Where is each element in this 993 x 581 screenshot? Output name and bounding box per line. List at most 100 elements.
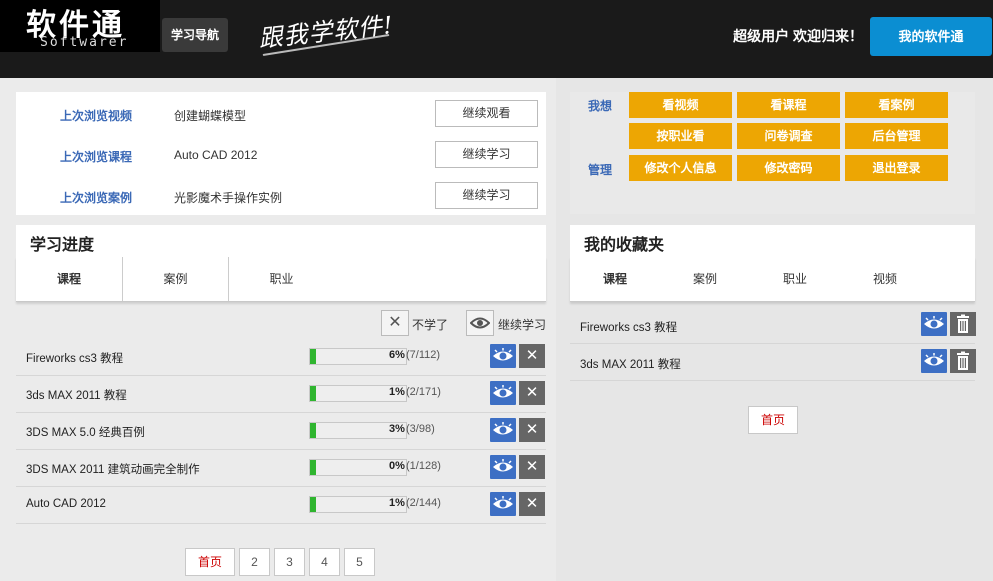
course-name[interactable]: 3ds MAX 2011 教程 bbox=[26, 387, 127, 403]
progress-tabs: 课程 案例 职业 bbox=[16, 257, 546, 302]
course-name[interactable]: 3DS MAX 2011 建筑动画完全制作 bbox=[26, 461, 200, 477]
course-name[interactable]: 3DS MAX 5.0 经典百例 bbox=[26, 424, 145, 440]
progress-row: Fireworks cs3 教程 6% (7/112) ✕ bbox=[16, 338, 546, 376]
continue-label: 继续学习 bbox=[498, 318, 547, 332]
close-icon: ✕ bbox=[525, 495, 539, 512]
watch-videos-button[interactable]: 看视频 bbox=[629, 92, 732, 118]
continue-button[interactable] bbox=[490, 418, 516, 442]
quit-button[interactable]: ✕ bbox=[519, 381, 545, 405]
study-nav-button[interactable]: 学习导航 bbox=[162, 18, 228, 52]
progress-header: 学习进度 bbox=[16, 225, 546, 257]
manage-label: 管理 bbox=[588, 163, 613, 177]
progress-percent: 1% bbox=[389, 386, 405, 398]
tab-video[interactable]: 视频 bbox=[840, 257, 930, 301]
watch-courses-button[interactable]: 看课程 bbox=[737, 92, 840, 118]
quit-label: 不学了 bbox=[412, 318, 449, 332]
progress-bar-fill bbox=[310, 386, 316, 401]
my-softwarer-button[interactable]: 我的软件通 bbox=[870, 17, 992, 56]
continue-button[interactable] bbox=[490, 492, 516, 516]
recent-value[interactable]: 光影魔术手操作实例 bbox=[174, 189, 282, 206]
welcome-text: 超级用户 欢迎归来！ bbox=[733, 28, 863, 44]
recent-browse-box: 上次浏览视频 创建蝴蝶模型 继续观看 上次浏览课程 Auto CAD 2012 … bbox=[16, 92, 546, 215]
recent-label: 上次浏览案例 bbox=[60, 191, 133, 205]
site-logo[interactable]: 软件通 Softwarer bbox=[0, 0, 160, 52]
progress-row: 3DS MAX 5.0 经典百例 3% (3/98) ✕ bbox=[16, 412, 546, 450]
course-name[interactable]: Fireworks cs3 教程 bbox=[26, 350, 123, 366]
recent-value[interactable]: Auto CAD 2012 bbox=[174, 148, 257, 162]
progress-row: Auto CAD 2012 1% (2/144) ✕ bbox=[16, 486, 546, 524]
recent-row-course: 上次浏览课程 Auto CAD 2012 继续学习 bbox=[16, 141, 546, 169]
tab-course[interactable]: 课程 bbox=[16, 257, 122, 301]
view-button[interactable] bbox=[921, 349, 947, 373]
favorites-header: 我的收藏夹 bbox=[570, 225, 975, 257]
favorite-name[interactable]: Fireworks cs3 教程 bbox=[580, 319, 677, 335]
quit-button[interactable]: ✕ bbox=[519, 344, 545, 368]
tab-career[interactable]: 职业 bbox=[750, 257, 840, 301]
continue-study-button[interactable]: 继续学习 bbox=[435, 141, 538, 168]
quit-button[interactable]: ✕ bbox=[519, 455, 545, 479]
progress-bar-fill bbox=[310, 497, 316, 512]
logout-button[interactable]: 退出登录 bbox=[845, 155, 948, 181]
change-password-button[interactable]: 修改密码 bbox=[737, 155, 840, 181]
delete-button[interactable] bbox=[950, 349, 976, 373]
pager-page[interactable]: 4 bbox=[309, 548, 340, 576]
progress-percent: 6% bbox=[389, 349, 405, 361]
survey-button[interactable]: 问卷调查 bbox=[737, 123, 840, 149]
continue-legend-button[interactable] bbox=[466, 310, 494, 336]
progress-bar-fill bbox=[310, 423, 316, 438]
tab-case[interactable]: 案例 bbox=[123, 257, 228, 301]
progress-count: (7/112) bbox=[406, 349, 441, 361]
tab-course[interactable]: 课程 bbox=[570, 257, 660, 301]
eye-icon bbox=[924, 353, 944, 366]
eye-icon bbox=[493, 348, 513, 361]
section-title: 我的收藏夹 bbox=[584, 237, 665, 254]
pager-page[interactable]: 2 bbox=[239, 548, 270, 576]
course-name[interactable]: Auto CAD 2012 bbox=[26, 498, 106, 510]
recent-value[interactable]: 创建蝴蝶模型 bbox=[174, 107, 246, 124]
favorite-row: Fireworks cs3 教程 bbox=[570, 307, 976, 344]
want-label: 我想 bbox=[588, 99, 613, 113]
by-career-button[interactable]: 按职业看 bbox=[629, 123, 732, 149]
progress-bar-fill bbox=[310, 460, 316, 475]
close-icon: ✕ bbox=[525, 458, 539, 475]
progress-bar-fill bbox=[310, 349, 316, 364]
watch-cases-button[interactable]: 看案例 bbox=[845, 92, 948, 118]
edit-profile-button[interactable]: 修改个人信息 bbox=[629, 155, 732, 181]
logo-text-en: Softwarer bbox=[40, 35, 129, 50]
favorites-tabs: 课程 案例 职业 视频 bbox=[570, 257, 975, 302]
view-button[interactable] bbox=[921, 312, 947, 336]
eye-icon bbox=[924, 316, 944, 329]
trash-icon bbox=[957, 351, 969, 370]
recent-label: 上次浏览课程 bbox=[60, 150, 133, 164]
eye-icon bbox=[469, 317, 491, 329]
progress-count: (3/98) bbox=[406, 423, 435, 435]
favorite-row: 3ds MAX 2011 教程 bbox=[570, 344, 976, 381]
section-title: 学习进度 bbox=[30, 237, 95, 254]
pager-page[interactable]: 5 bbox=[344, 548, 375, 576]
eye-icon bbox=[493, 459, 513, 472]
continue-button[interactable] bbox=[490, 344, 516, 368]
tab-career[interactable]: 职业 bbox=[229, 257, 334, 301]
close-icon: ✕ bbox=[388, 314, 402, 331]
close-icon: ✕ bbox=[525, 347, 539, 364]
continue-study-button[interactable]: 继续学习 bbox=[435, 182, 538, 209]
close-icon: ✕ bbox=[525, 421, 539, 438]
continue-watch-button[interactable]: 继续观看 bbox=[435, 100, 538, 127]
pager-first[interactable]: 首页 bbox=[185, 548, 235, 576]
progress-percent: 0% bbox=[389, 460, 405, 472]
continue-button[interactable] bbox=[490, 455, 516, 479]
recent-row-case: 上次浏览案例 光影魔术手操作实例 继续学习 bbox=[16, 182, 546, 210]
quit-legend-button[interactable]: ✕ bbox=[381, 310, 409, 336]
eye-icon bbox=[493, 385, 513, 398]
close-icon: ✕ bbox=[525, 384, 539, 401]
admin-backend-button[interactable]: 后台管理 bbox=[845, 123, 948, 149]
pager-first[interactable]: 首页 bbox=[748, 406, 798, 434]
tab-case[interactable]: 案例 bbox=[660, 257, 750, 301]
quit-button[interactable]: ✕ bbox=[519, 492, 545, 516]
continue-button[interactable] bbox=[490, 381, 516, 405]
delete-button[interactable] bbox=[950, 312, 976, 336]
quit-button[interactable]: ✕ bbox=[519, 418, 545, 442]
favorite-name[interactable]: 3ds MAX 2011 教程 bbox=[580, 356, 681, 372]
top-header: 软件通 Softwarer 学习导航 跟我学软件! 超级用户 欢迎归来！ 我的软… bbox=[0, 0, 993, 78]
pager-page[interactable]: 3 bbox=[274, 548, 305, 576]
